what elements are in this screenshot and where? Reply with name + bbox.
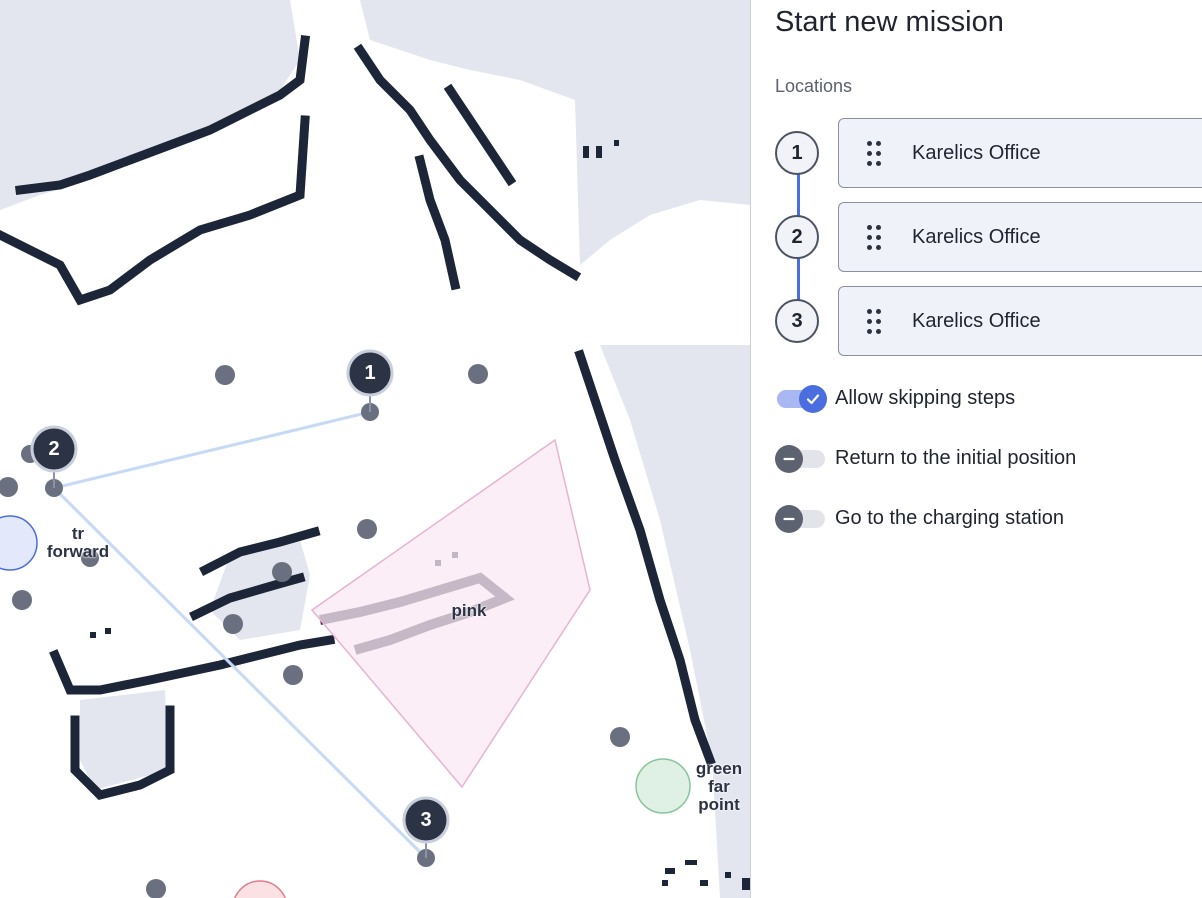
zone-label-line: point xyxy=(698,795,740,814)
mission-panel: Start new mission Locations 1 2 3 Kareli… xyxy=(751,0,1202,898)
check-icon xyxy=(799,385,827,413)
marker-2-label[interactable]: 2 xyxy=(34,429,74,469)
location-card-2[interactable]: Karelics Office xyxy=(838,202,1202,272)
location-card-1[interactable]: Karelics Office xyxy=(838,118,1202,188)
step-number-2: 2 xyxy=(775,215,819,259)
page-title: Start new mission xyxy=(775,6,1004,38)
location-card-3[interactable]: Karelics Office xyxy=(838,286,1202,356)
step-number-3: 3 xyxy=(775,299,819,343)
occupancy-map[interactable] xyxy=(0,0,750,898)
green-zone[interactable] xyxy=(635,758,691,814)
zone-label-line: tr xyxy=(71,524,85,543)
unknown-area-top-right xyxy=(360,0,750,265)
toggle-label: Go to the charging station xyxy=(835,507,1065,529)
allow-skipping-toggle[interactable] xyxy=(773,382,829,416)
drag-handle-icon[interactable] xyxy=(867,309,883,335)
drag-handle-icon[interactable] xyxy=(867,225,883,251)
locations-label: Locations xyxy=(775,76,853,96)
zone-label-line: forward xyxy=(46,542,110,561)
zone-label-green-far-point: green far point xyxy=(692,760,746,814)
minus-icon xyxy=(775,505,803,533)
location-name: Karelics Office xyxy=(912,310,1041,332)
unknown-area-right xyxy=(600,345,750,898)
charging-station-toggle[interactable] xyxy=(773,502,829,536)
location-name: Karelics Office xyxy=(912,226,1041,248)
blue-zone[interactable] xyxy=(0,515,38,571)
return-initial-toggle[interactable] xyxy=(773,442,829,476)
zone-label-pink: pink xyxy=(451,601,487,620)
step-connector xyxy=(797,258,800,300)
toggle-label: Return to the initial position xyxy=(835,447,1077,469)
minus-icon xyxy=(775,445,803,473)
toggle-label: Allow skipping steps xyxy=(835,387,1016,409)
step-connector xyxy=(797,174,800,216)
drag-handle-icon[interactable] xyxy=(867,141,883,167)
step-number-1: 1 xyxy=(775,131,819,175)
zone-label-line: green xyxy=(695,759,743,778)
location-name: Karelics Office xyxy=(912,142,1041,164)
zone-label-tr-forward: tr forward xyxy=(42,525,114,561)
red-zone[interactable] xyxy=(233,880,287,898)
map-view[interactable]: 1 2 3 tr forward pink green far point xyxy=(0,0,750,898)
marker-3-label[interactable]: 3 xyxy=(406,800,446,840)
marker-1-label[interactable]: 1 xyxy=(350,353,390,393)
zone-label-line: far xyxy=(708,777,730,796)
